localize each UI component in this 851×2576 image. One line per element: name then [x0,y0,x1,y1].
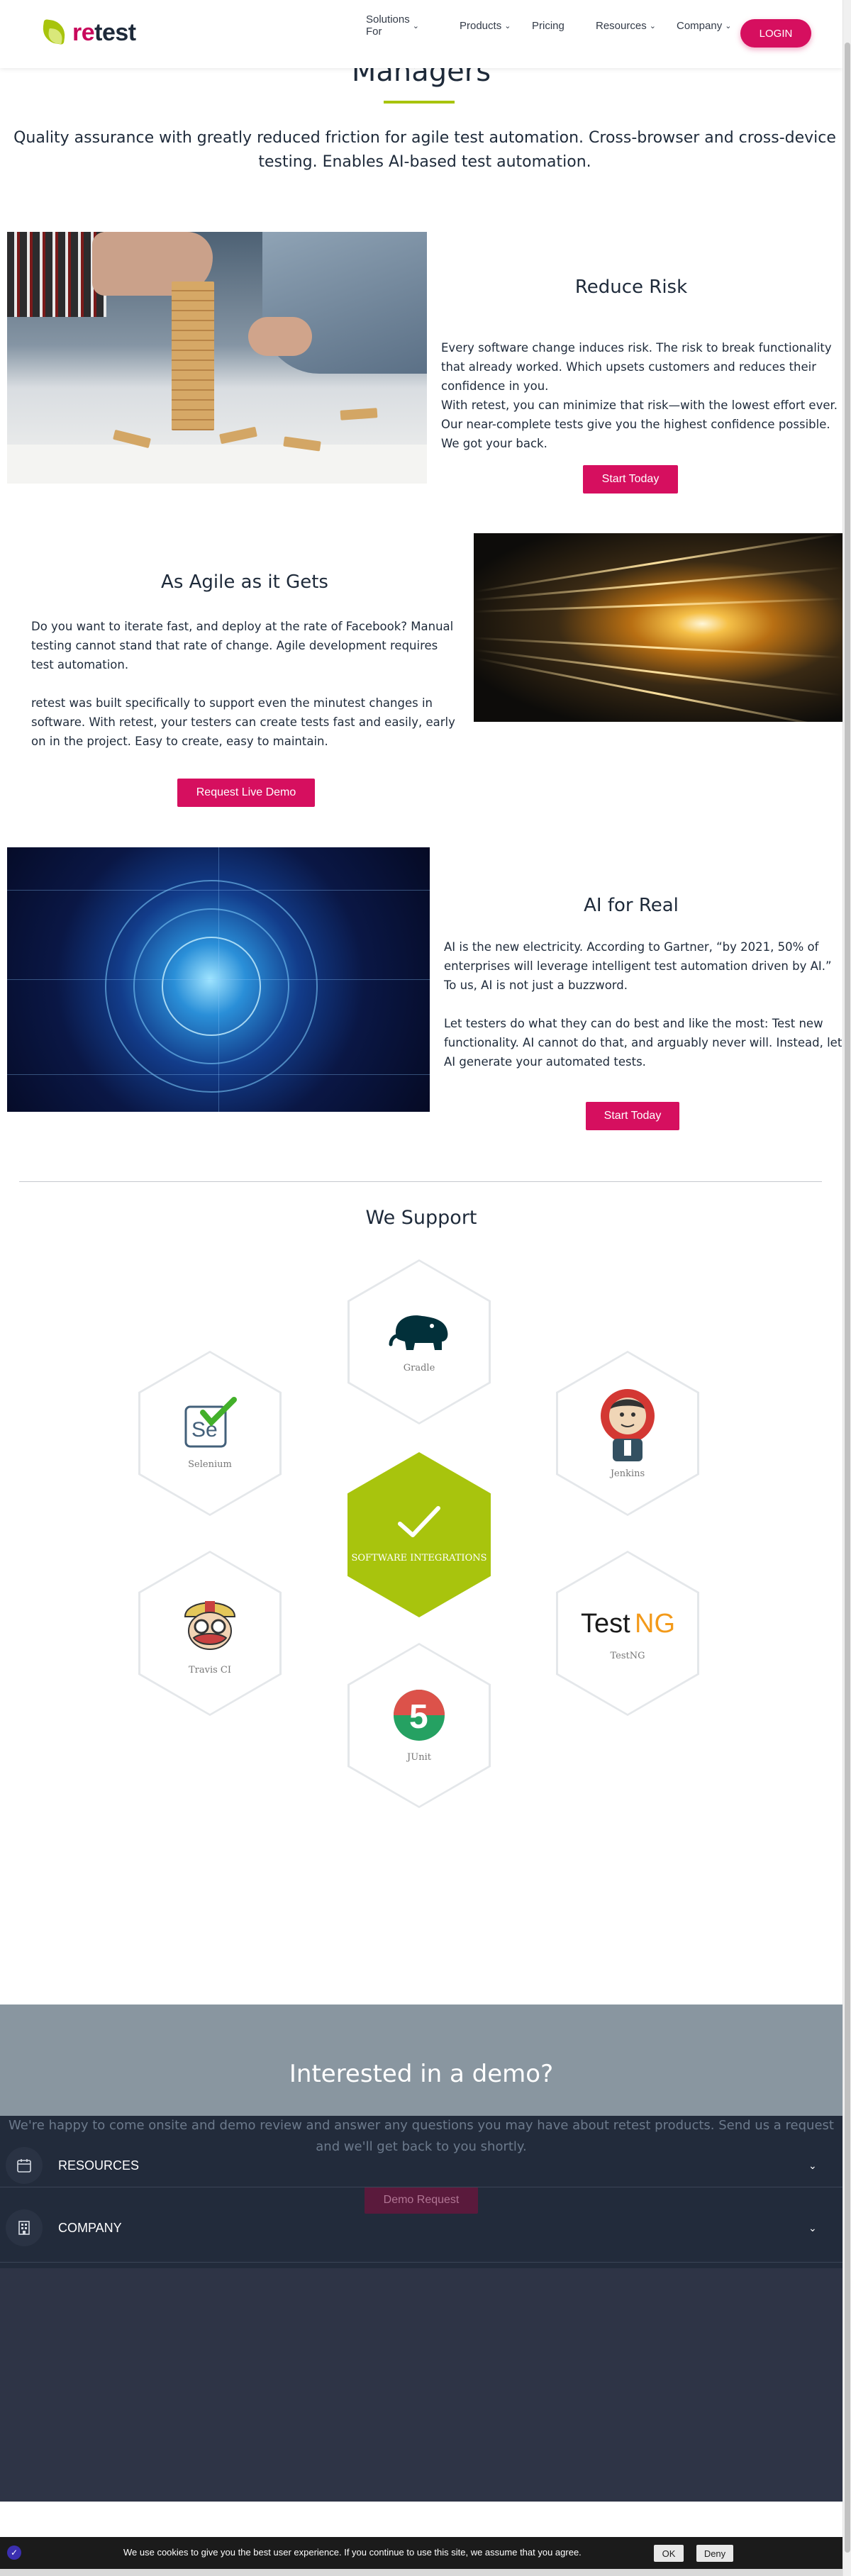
chevron-down-icon: ⌄ [725,21,732,30]
nav-solutions-for[interactable]: Solutions For ⌄ [366,13,419,38]
software-integrations-hub: SOFTWARE INTEGRATIONS [347,1452,491,1617]
svg-text:Test: Test [581,1609,630,1639]
integration-jenkins[interactable]: Jenkins [556,1351,699,1516]
integration-label: TestNG [610,1651,645,1661]
selenium-icon: Se [184,1397,237,1448]
integration-label: JUnit [407,1752,431,1763]
light-tunnel-photo [474,533,842,722]
nav-products[interactable]: Products ⌄ [460,20,511,32]
nav-company[interactable]: Company ⌄ [677,20,731,32]
start-today-button[interactable]: Start Today [583,465,678,494]
calendar-icon [6,2147,43,2184]
feature-title-reduce-risk: Reduce Risk [574,277,688,298]
svg-text:5: 5 [409,1698,428,1736]
chevron-down-icon[interactable]: ⌄ [808,2160,817,2172]
integration-label: Travis CI [188,1665,232,1675]
feature-text-agile: Do you want to iterate fast, and deploy … [31,620,455,748]
checkmark-icon [398,1505,440,1537]
svg-text:NG: NG [635,1609,675,1639]
chevron-down-icon[interactable]: ⌄ [808,2222,817,2234]
chevron-down-icon: ⌄ [412,21,419,30]
integration-testng[interactable]: Test NG TestNG [556,1551,699,1716]
nav-resources[interactable]: Resources ⌄ [596,20,656,32]
junit5-icon: 5 [394,1690,445,1741]
center-label: SOFTWARE INTEGRATIONS [351,1552,487,1563]
integration-label: Gradle [403,1363,435,1373]
we-support-title: We Support [365,1207,477,1229]
cookie-banner: ✓ We use cookies to give you the best us… [0,2537,842,2569]
accordion-label: RESOURCES [58,2158,140,2173]
travis-ci-icon [184,1601,236,1650]
privacy-check-icon[interactable]: ✓ [7,2546,21,2560]
feature-title-agile: As Agile as it Gets [161,571,328,593]
jenkins-icon [601,1389,655,1461]
jenga-tower-photo [7,232,427,484]
integration-label: Jenkins [610,1468,645,1479]
demo-title: Interested in a demo? [289,2060,554,2088]
start-today-button-2[interactable]: Start Today [586,1102,679,1130]
login-button[interactable]: LOGIN [740,19,811,48]
feature-text-reduce-risk: Every software change induces risk. The … [441,341,838,450]
leaf-logo-icon [40,18,68,46]
footer-separator [0,2262,842,2263]
feature-title-ai: AI for Real [584,895,679,916]
scrollbar-thumb[interactable] [845,43,850,2553]
site-header: retest Solutions For ⌄ Products ⌄ Pricing … [0,0,842,68]
vertical-scrollbar[interactable] [842,0,851,2576]
logo-wordmark: retest [72,18,136,46]
retest-logo[interactable]: retest [40,18,136,47]
title-underline [384,101,455,104]
company-icon [6,2209,43,2246]
footer-accordion-resources[interactable]: RESOURCES ⌄ [0,2144,842,2187]
accordion-label: COMPANY [58,2220,122,2235]
chevron-down-icon: ⌄ [504,21,511,30]
nav-pricing[interactable]: Pricing [532,20,564,32]
integration-selenium[interactable]: Se Selenium [138,1351,282,1516]
integration-label: Selenium [188,1459,232,1470]
cookie-ok-button[interactable]: OK [654,2545,684,2562]
horizontal-scrollbar[interactable] [0,2569,851,2576]
integration-travis-ci[interactable]: Travis CI [138,1551,282,1716]
section-divider [19,1181,822,1182]
gradle-elephant-icon [389,1315,448,1350]
integration-junit[interactable]: 5 JUnit [347,1643,491,1808]
cookie-text: We use cookies to give you the best user… [123,2547,582,2558]
cookie-deny-button[interactable]: Deny [696,2545,733,2562]
integration-gradle[interactable]: Gradle [347,1259,491,1424]
testng-logo: Test NG [581,1609,675,1639]
feature-text-ai: AI is the new electricity. According to … [444,940,842,1069]
footer-accordion-company[interactable]: COMPANY ⌄ [0,2207,842,2249]
ai-brain-photo [7,847,430,1112]
intro-text: Quality assurance with greatly reduced f… [13,129,836,171]
request-live-demo-button[interactable]: Request Live Demo [177,779,315,807]
chevron-down-icon: ⌄ [649,21,656,30]
